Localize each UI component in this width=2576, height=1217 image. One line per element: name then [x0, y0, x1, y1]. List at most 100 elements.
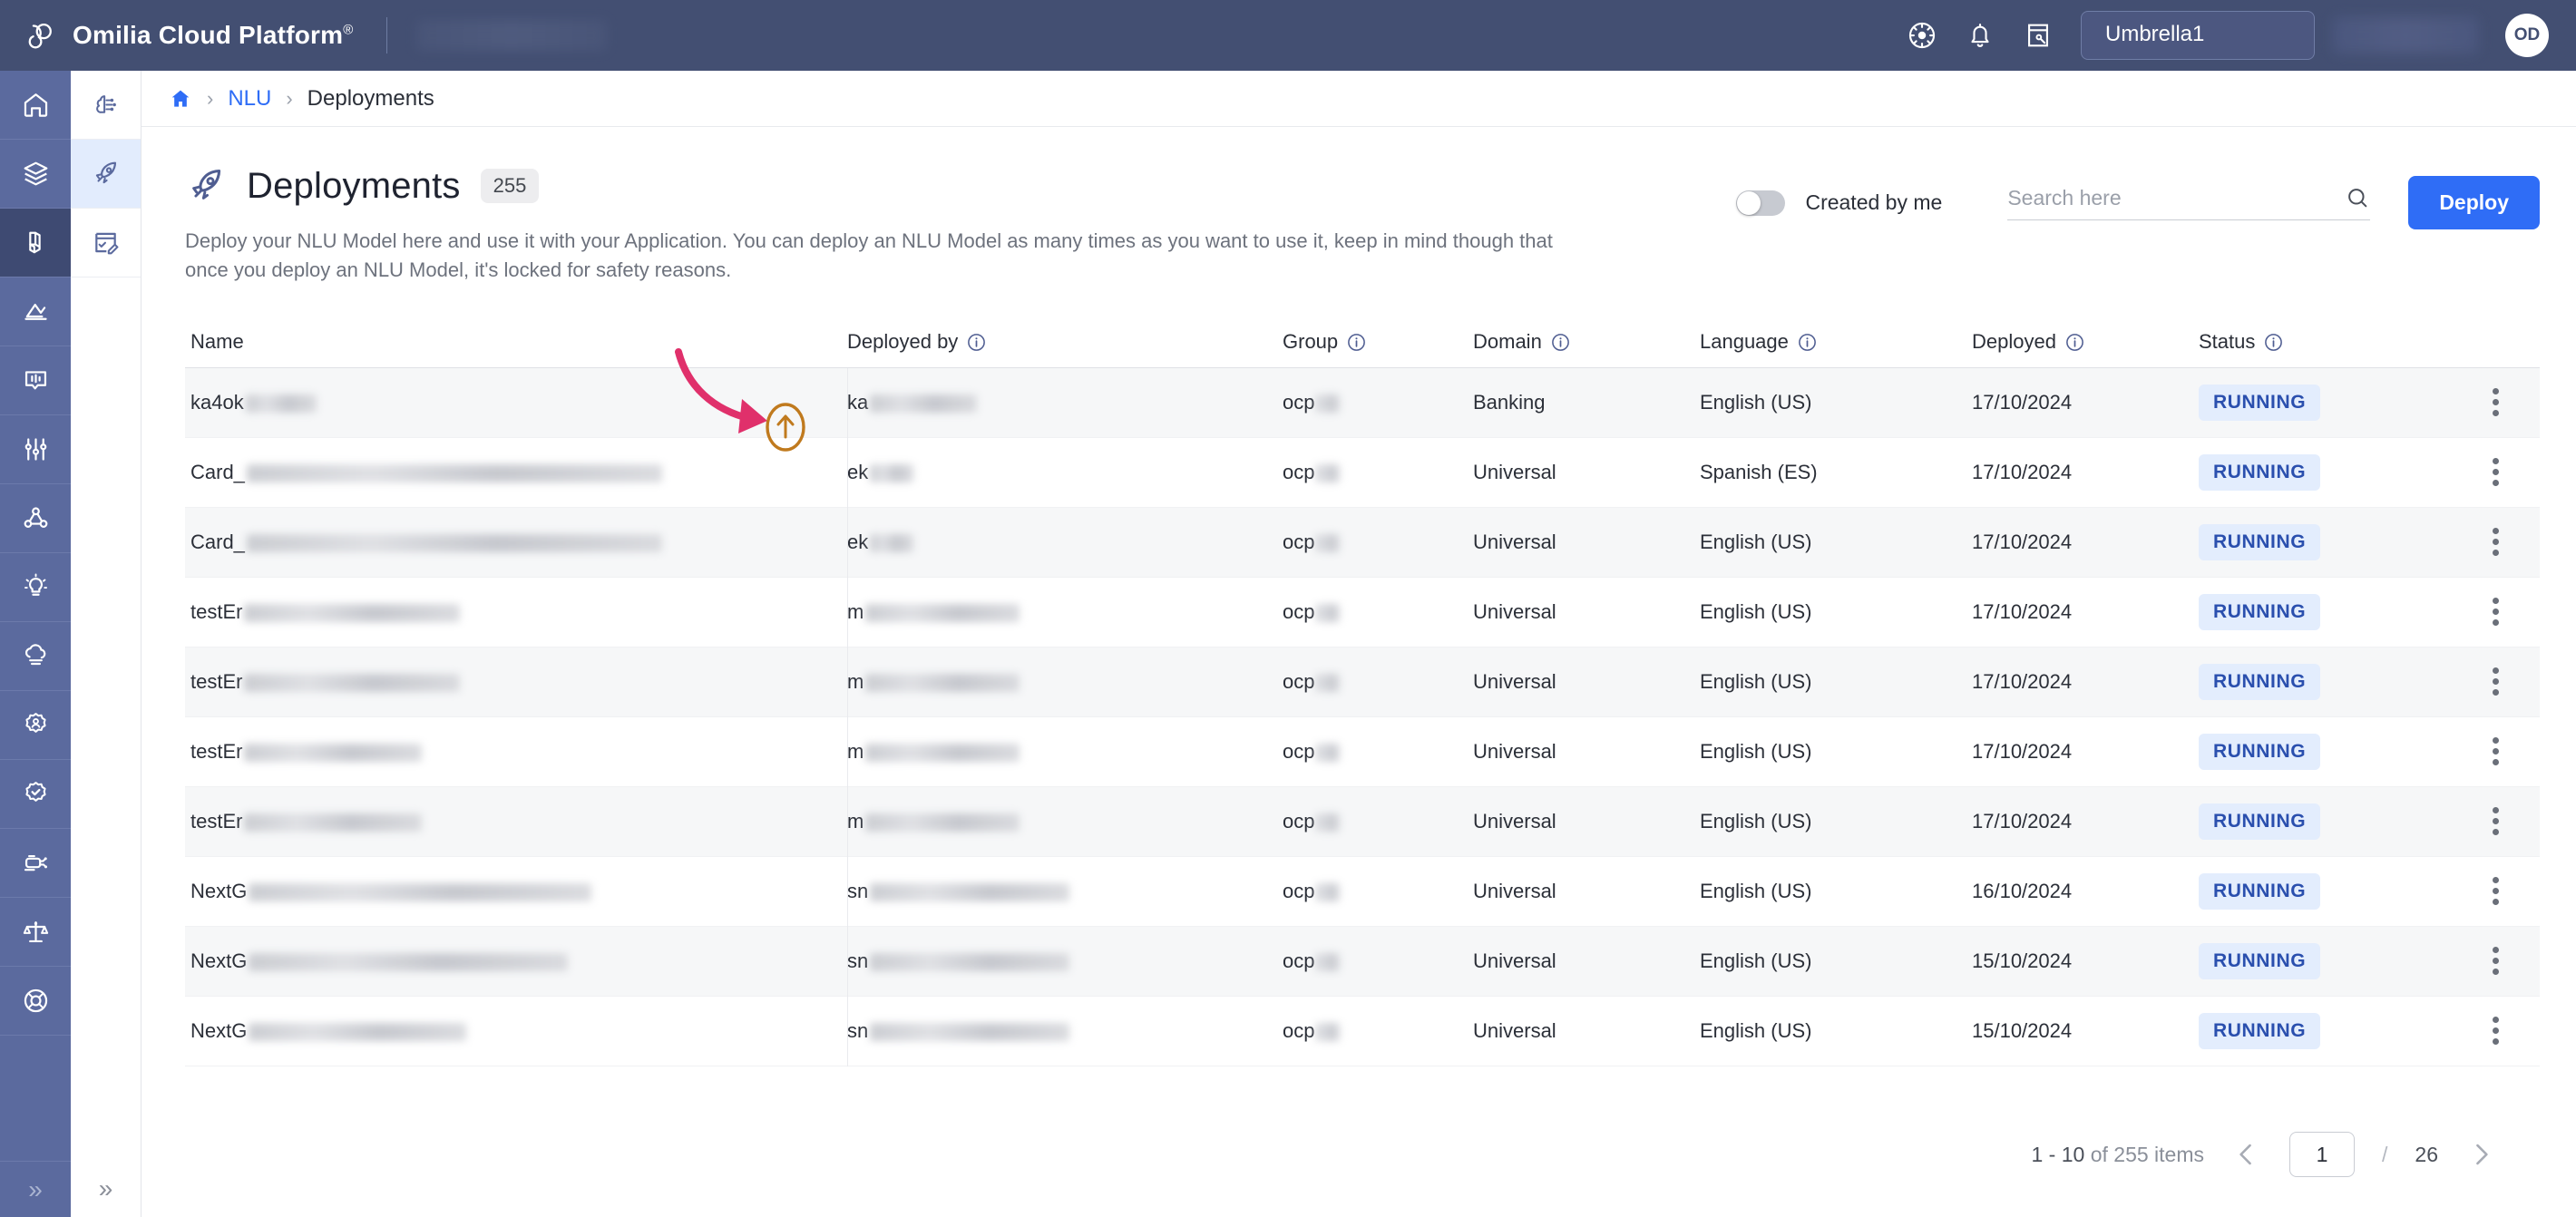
kebab-menu-icon[interactable]: [2493, 877, 2500, 906]
kebab-menu-icon[interactable]: [2493, 667, 2500, 696]
kebab-menu-icon[interactable]: [2493, 528, 2500, 557]
cell-name-text: testEr: [190, 669, 243, 693]
kebab-menu-icon[interactable]: [2493, 388, 2500, 417]
column-header-name[interactable]: Name: [185, 330, 847, 354]
kebab-menu-icon[interactable]: [2493, 737, 2500, 766]
kebab-menu-icon[interactable]: [2493, 458, 2500, 487]
pagination-info: 1 - 10 of 255 items: [2032, 1143, 2205, 1167]
info-icon[interactable]: [1550, 332, 1571, 353]
cell-name: Card_: [185, 531, 847, 554]
kebab-menu-icon[interactable]: [2493, 1017, 2500, 1046]
kebab-menu-icon[interactable]: [2493, 807, 2500, 836]
cell-group: ocp: [1283, 740, 1473, 764]
info-icon[interactable]: [2064, 332, 2085, 353]
info-icon[interactable]: [2263, 332, 2284, 353]
sidebar-item-integrations[interactable]: [0, 829, 71, 898]
cell-deployed-text: 16/10/2024: [1972, 879, 2073, 902]
sidebar-item-analytics[interactable]: [0, 277, 71, 346]
table-row[interactable]: testEr m ocp Universal English (US) 17/10/202…: [185, 577, 2540, 647]
subnav-item-annotations[interactable]: [71, 209, 141, 277]
column-header-language[interactable]: Language: [1700, 330, 1972, 354]
info-icon[interactable]: [966, 332, 987, 353]
created-by-me-toggle[interactable]: [1736, 190, 1786, 216]
kebab-menu-icon[interactable]: [2493, 947, 2500, 976]
cell-deployed-by: m: [847, 810, 1283, 833]
bell-icon[interactable]: [1965, 20, 1995, 51]
cell-domain: Universal: [1473, 1019, 1700, 1043]
sidebar-item-compliance[interactable]: [0, 898, 71, 967]
brand-name: Omilia Cloud Platform: [73, 21, 344, 49]
avatar[interactable]: OD: [2505, 14, 2549, 57]
search-input[interactable]: [2007, 185, 2346, 210]
gear-person-icon: [24, 713, 46, 733]
cell-status: RUNNING: [2199, 593, 2453, 630]
status-badge: RUNNING: [2199, 872, 2321, 910]
column-header-domain[interactable]: Domain: [1473, 330, 1700, 354]
subnav-expand-button[interactable]: »: [71, 1161, 141, 1217]
table-row[interactable]: NextG sn ocp Universal English (US) 15/10/202…: [185, 996, 2540, 1066]
sidebar-item-cloud[interactable]: [0, 622, 71, 691]
tenant-selector[interactable]: Umbrella1: [2081, 11, 2315, 60]
subnav-item-deployments[interactable]: [71, 140, 141, 209]
settings-wheel-icon[interactable]: [1907, 20, 1937, 51]
sidebar-item-tuning[interactable]: [0, 415, 71, 484]
cell-domain: Universal: [1473, 740, 1700, 764]
info-icon[interactable]: [1346, 332, 1367, 353]
breadcrumb: › NLU › Deployments: [141, 71, 2576, 127]
cell-group-text: ocp: [1283, 460, 1315, 483]
page-number-input[interactable]: [2289, 1132, 2356, 1177]
sidebar-item-support[interactable]: [0, 967, 71, 1036]
column-header-status[interactable]: Status: [2199, 330, 2453, 354]
masked-text: [1316, 813, 1341, 832]
notes-pen-icon[interactable]: [2023, 20, 2054, 51]
search-icon[interactable]: [2345, 185, 2370, 210]
sidebar-item-conversations[interactable]: [0, 346, 71, 415]
info-icon[interactable]: [1797, 332, 1818, 353]
cloud-icon: [24, 644, 45, 666]
home-icon[interactable]: [169, 87, 192, 111]
chevron-left-icon[interactable]: [2231, 1139, 2262, 1170]
chevron-right-icon[interactable]: [2465, 1139, 2496, 1170]
brand[interactable]: Omilia Cloud Platform®: [0, 16, 354, 54]
brain-ai-icon: [96, 95, 116, 113]
body: » » › NLU › Deployments Deployments 255 …: [0, 71, 2576, 1217]
cell-actions: [2453, 458, 2540, 487]
status-badge: RUNNING: [2199, 384, 2321, 421]
cell-domain-text: Universal: [1473, 739, 1556, 763]
cell-domain: Universal: [1473, 949, 1700, 973]
sidebar-item-graph[interactable]: [0, 484, 71, 553]
table-row[interactable]: NextG sn ocp Universal English (US) 16/10/202…: [185, 856, 2540, 927]
breadcrumb-link-nlu[interactable]: NLU: [228, 86, 271, 112]
table-row[interactable]: testEr m ocp Universal English (US) 17/10/202…: [185, 647, 2540, 717]
cell-deployed: 15/10/2024: [1972, 949, 2199, 973]
table-row[interactable]: testEr m ocp Universal English (US) 17/10/202…: [185, 716, 2540, 787]
sidebar-expand-button[interactable]: »: [0, 1161, 71, 1217]
sidebar-item-user-settings[interactable]: [0, 691, 71, 760]
table-row[interactable]: NextG sn ocp Universal English (US) 15/10/202…: [185, 926, 2540, 997]
sidebar-item-home[interactable]: [0, 71, 71, 140]
sidebar-item-insights[interactable]: [0, 553, 71, 622]
cell-name-text: Card_: [190, 460, 245, 483]
deploy-button[interactable]: Deploy: [2408, 176, 2540, 229]
subnav-item-models[interactable]: [71, 71, 141, 140]
masked-text: [870, 882, 1070, 901]
table-row[interactable]: testEr m ocp Universal English (US) 17/10/202…: [185, 786, 2540, 857]
column-header-group[interactable]: Group: [1283, 330, 1473, 354]
table-row[interactable]: Card_ ek ocp Universal Spanish (ES) 17/10/202…: [185, 437, 2540, 508]
cell-group-text: ocp: [1283, 949, 1315, 972]
cell-group: ocp: [1283, 810, 1473, 833]
topbar-actions: Umbrella1 OD: [1907, 11, 2576, 60]
column-header-deployed-by[interactable]: Deployed by: [847, 330, 1283, 354]
sidebar-item-layers[interactable]: [0, 140, 71, 209]
kebab-menu-icon[interactable]: [2493, 598, 2500, 627]
cell-actions: [2453, 737, 2540, 766]
cell-group: ocp: [1283, 391, 1473, 414]
table-row[interactable]: ka4ok ka ocp Banking English (US) 17/10/2024 R…: [185, 367, 2540, 438]
cell-language: English (US): [1700, 810, 1972, 833]
cell-group-text: ocp: [1283, 669, 1315, 693]
sidebar-item-verified[interactable]: [0, 760, 71, 829]
rocket-icon: [95, 161, 117, 184]
column-header-deployed[interactable]: Deployed: [1972, 330, 2199, 354]
sidebar-item-nlu[interactable]: [0, 209, 71, 277]
table-row[interactable]: Card_ ek ocp Universal English (US) 17/10/202…: [185, 507, 2540, 578]
